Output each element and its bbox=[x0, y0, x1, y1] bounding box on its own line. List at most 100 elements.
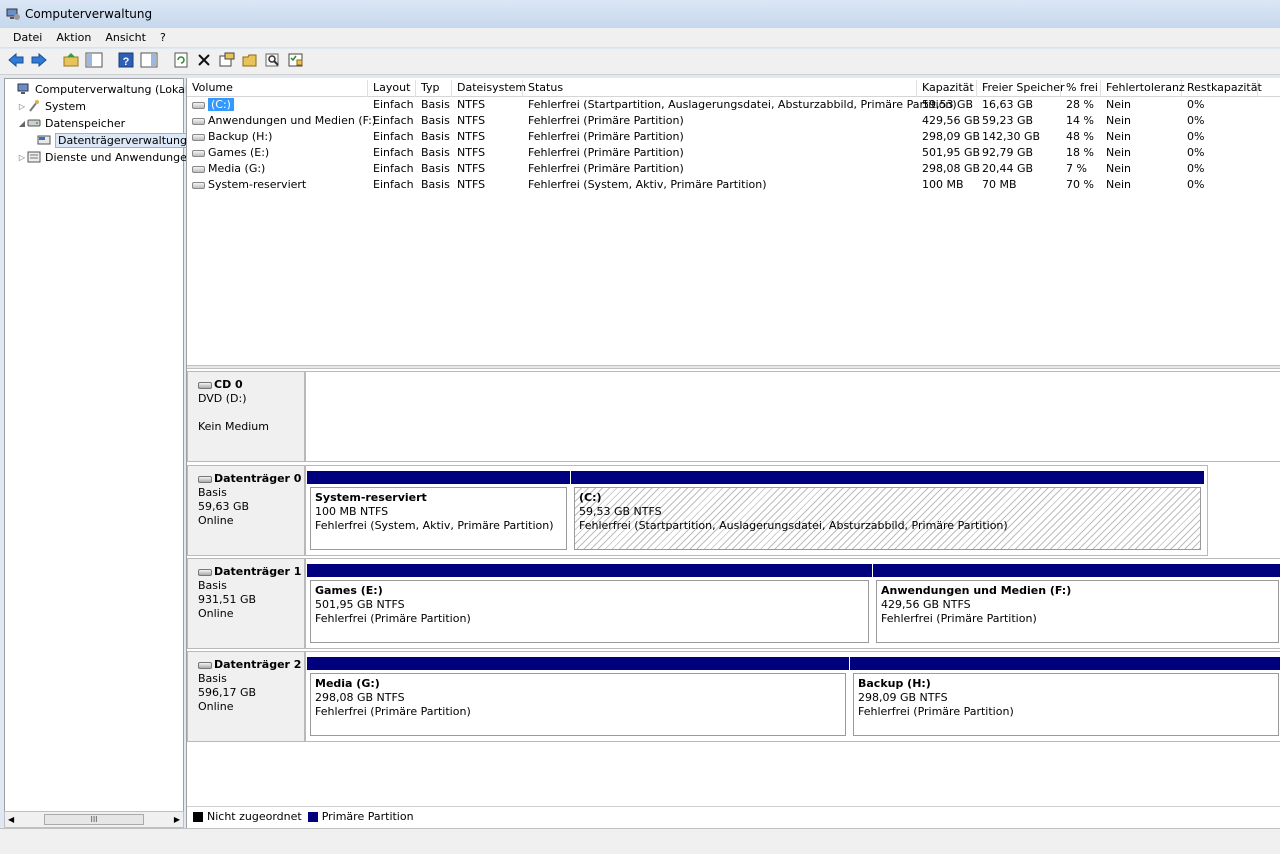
partition-anwendungen-und-medien-f[interactable]: Anwendungen und Medien (F:) 429,56 GB NTF… bbox=[873, 564, 1280, 643]
up-folder-button[interactable] bbox=[61, 52, 81, 72]
column-header-4[interactable]: Status bbox=[523, 80, 917, 97]
tree-item-dienste-und-anwendungen[interactable]: ▷ Dienste und Anwendungen bbox=[17, 149, 194, 165]
refresh-button[interactable] bbox=[171, 52, 191, 72]
table-row[interactable]: Games (E:) Einfach Basis NTFS Fehlerfrei (Pr… bbox=[187, 145, 1280, 161]
partition-name: Backup (H:) bbox=[858, 677, 931, 690]
volume-name-cell: Backup (H:) bbox=[187, 129, 368, 145]
menu-ansicht[interactable]: Ansicht bbox=[98, 31, 153, 44]
back-button[interactable] bbox=[6, 52, 26, 72]
partition-c[interactable]: (C:) 59,53 GB NTFS Fehlerfrei (Startpartit… bbox=[571, 471, 1204, 550]
column-header-9[interactable]: Restkapazität bbox=[1182, 80, 1262, 97]
table-cell: 0% bbox=[1187, 98, 1205, 111]
scroll-left-icon[interactable]: ◀ bbox=[8, 815, 14, 824]
toolbar-separator bbox=[162, 52, 168, 72]
expand-arrow-icon[interactable]: ◢ bbox=[17, 119, 27, 128]
scroll-right-icon[interactable]: ▶ bbox=[174, 815, 180, 824]
table-row[interactable]: Backup (H:) Einfach Basis NTFS Fehlerfrei (P… bbox=[187, 129, 1280, 145]
volume-table-header: Volume Layout Typ Dateisystem Status Kapazitä… bbox=[187, 80, 1280, 97]
menu-datei[interactable]: Datei bbox=[6, 31, 49, 44]
forward-button[interactable] bbox=[29, 52, 49, 72]
table-cell: 501,95 GB bbox=[922, 146, 981, 159]
show-action-pane-button[interactable] bbox=[139, 52, 159, 72]
search-button[interactable] bbox=[263, 52, 283, 72]
partition-size: 298,08 GB NTFS bbox=[315, 691, 405, 704]
tree-horizontal-scrollbar[interactable]: ◀ III ▶ bbox=[4, 811, 184, 828]
menu-help[interactable]: ? bbox=[153, 31, 173, 44]
partition-body[interactable]: Media (G:) 298,08 GB NTFS Fehlerfrei (Prim… bbox=[310, 673, 846, 736]
disk-info-0[interactable]: CD 0 DVD (D:) Kein Medium bbox=[187, 371, 305, 462]
partition-body[interactable]: (C:) 59,53 GB NTFS Fehlerfrei (Startpartit… bbox=[574, 487, 1201, 550]
volume-name: (C:) bbox=[208, 98, 234, 111]
disk-info-1[interactable]: Datenträger 0 Basis 59,63 GB Online bbox=[187, 465, 305, 556]
primary-partition-bar bbox=[850, 657, 1280, 670]
column-header-2[interactable]: Typ bbox=[416, 80, 452, 97]
column-header-6[interactable]: Freier Speicher bbox=[977, 80, 1065, 97]
tree-item-system[interactable]: ▷ System bbox=[17, 98, 86, 114]
disk-info-3[interactable]: Datenträger 2 Basis 596,17 GB Online bbox=[187, 651, 305, 742]
table-row[interactable]: (C:) Einfach Basis NTFS Fehlerfrei (Startpar… bbox=[187, 97, 1280, 113]
expand-arrow-icon[interactable]: ▷ bbox=[17, 153, 27, 162]
partition-system-reserviert[interactable]: System-reserviert 100 MB NTFS Fehlerfrei (… bbox=[307, 471, 570, 550]
partition-body[interactable]: Anwendungen und Medien (F:) 429,56 GB NTF… bbox=[876, 580, 1279, 643]
table-cell: 70 MB bbox=[982, 178, 1017, 191]
column-header-3[interactable]: Dateisystem bbox=[452, 80, 526, 97]
refresh-icon bbox=[172, 51, 190, 72]
search-icon bbox=[264, 51, 282, 72]
disk-name: CD 0 bbox=[198, 378, 304, 392]
delete-button[interactable] bbox=[194, 52, 214, 72]
partition-status: Fehlerfrei (Primäre Partition) bbox=[315, 705, 471, 718]
primary-partition-bar bbox=[873, 564, 1280, 577]
table-cell: Fehlerfrei (Primäre Partition) bbox=[528, 162, 684, 175]
column-header-7[interactable]: % frei bbox=[1061, 80, 1101, 97]
volume-name: Media (G:) bbox=[208, 162, 266, 175]
partition-media-g[interactable]: Media (G:) 298,08 GB NTFS Fehlerfrei (Prim… bbox=[307, 657, 849, 736]
column-header-0[interactable]: Volume bbox=[187, 80, 368, 97]
tree-item-datenspeicher[interactable]: ◢ Datenspeicher bbox=[17, 115, 125, 131]
disk-partition-frame: Media (G:) 298,08 GB NTFS Fehlerfrei (Prim… bbox=[305, 651, 1280, 742]
status-bar bbox=[0, 828, 1280, 854]
partition-games-e[interactable]: Games (E:) 501,95 GB NTFS Fehlerfrei (Prim… bbox=[307, 564, 872, 643]
scroll-thumb[interactable]: III bbox=[44, 814, 144, 825]
partition-size: 100 MB NTFS bbox=[315, 505, 389, 518]
unallocated-swatch bbox=[193, 811, 203, 822]
help-button[interactable]: ? bbox=[116, 52, 136, 72]
partition-status: Fehlerfrei (Primäre Partition) bbox=[315, 612, 471, 625]
table-row[interactable]: Media (G:) Einfach Basis NTFS Fehlerfrei (Pr… bbox=[187, 161, 1280, 177]
partition-backup-h[interactable]: Backup (H:) 298,09 GB NTFS Fehlerfrei (Pri… bbox=[850, 657, 1280, 736]
expand-arrow-icon[interactable]: ▷ bbox=[17, 102, 27, 111]
disk-info-line: 596,17 GB bbox=[198, 686, 257, 699]
disk-info-line: 59,63 GB bbox=[198, 500, 250, 513]
column-header-5[interactable]: Kapazität bbox=[917, 80, 977, 97]
disk-info-line: Online bbox=[198, 514, 234, 527]
table-cell: NTFS bbox=[457, 162, 486, 175]
column-header-1[interactable]: Layout bbox=[368, 80, 416, 97]
table-cell: Einfach bbox=[373, 162, 414, 175]
disk-info-line: Kein Medium bbox=[198, 420, 269, 433]
partition-body[interactable]: Backup (H:) 298,09 GB NTFS Fehlerfrei (Pri… bbox=[853, 673, 1279, 736]
tree-item-computerverwaltung-lokal-[interactable]: Computerverwaltung (Lokal) bbox=[7, 81, 192, 97]
open-button[interactable] bbox=[240, 52, 260, 72]
disk-info-2[interactable]: Datenträger 1 Basis 931,51 GB Online bbox=[187, 558, 305, 649]
toolbar: ? bbox=[0, 49, 1280, 75]
column-header-8[interactable]: Fehlertoleranz bbox=[1101, 80, 1185, 97]
disk-info-line: Basis bbox=[198, 672, 227, 685]
table-row[interactable]: System-reserviert Einfach Basis NTFS Fehlerf… bbox=[187, 177, 1280, 193]
partition-body[interactable]: System-reserviert 100 MB NTFS Fehlerfrei (… bbox=[310, 487, 567, 550]
checklist-button[interactable] bbox=[286, 52, 306, 72]
toolbar-separator bbox=[107, 52, 113, 72]
show-hide-tree-button[interactable] bbox=[84, 52, 104, 72]
volume-name: Backup (H:) bbox=[208, 130, 273, 143]
up-folder-icon bbox=[62, 51, 80, 72]
table-cell: 142,30 GB bbox=[982, 130, 1041, 143]
partition-body[interactable]: Games (E:) 501,95 GB NTFS Fehlerfrei (Prim… bbox=[310, 580, 869, 643]
partition-name: (C:) bbox=[579, 491, 602, 504]
partition-name: Games (E:) bbox=[315, 584, 383, 597]
tree-item-label: Computerverwaltung (Lokal) bbox=[35, 82, 193, 96]
table-cell: Fehlerfrei (Primäre Partition) bbox=[528, 114, 684, 127]
partition-size: 298,09 GB NTFS bbox=[858, 691, 948, 704]
disk-info-line: Online bbox=[198, 700, 234, 713]
properties-button[interactable] bbox=[217, 52, 237, 72]
menu-aktion[interactable]: Aktion bbox=[49, 31, 98, 44]
tree-item-datentr-gerverwaltung[interactable]: Datenträgerverwaltung bbox=[27, 132, 190, 148]
table-row[interactable]: Anwendungen und Medien (F:) Einfach Basis N… bbox=[187, 113, 1280, 129]
